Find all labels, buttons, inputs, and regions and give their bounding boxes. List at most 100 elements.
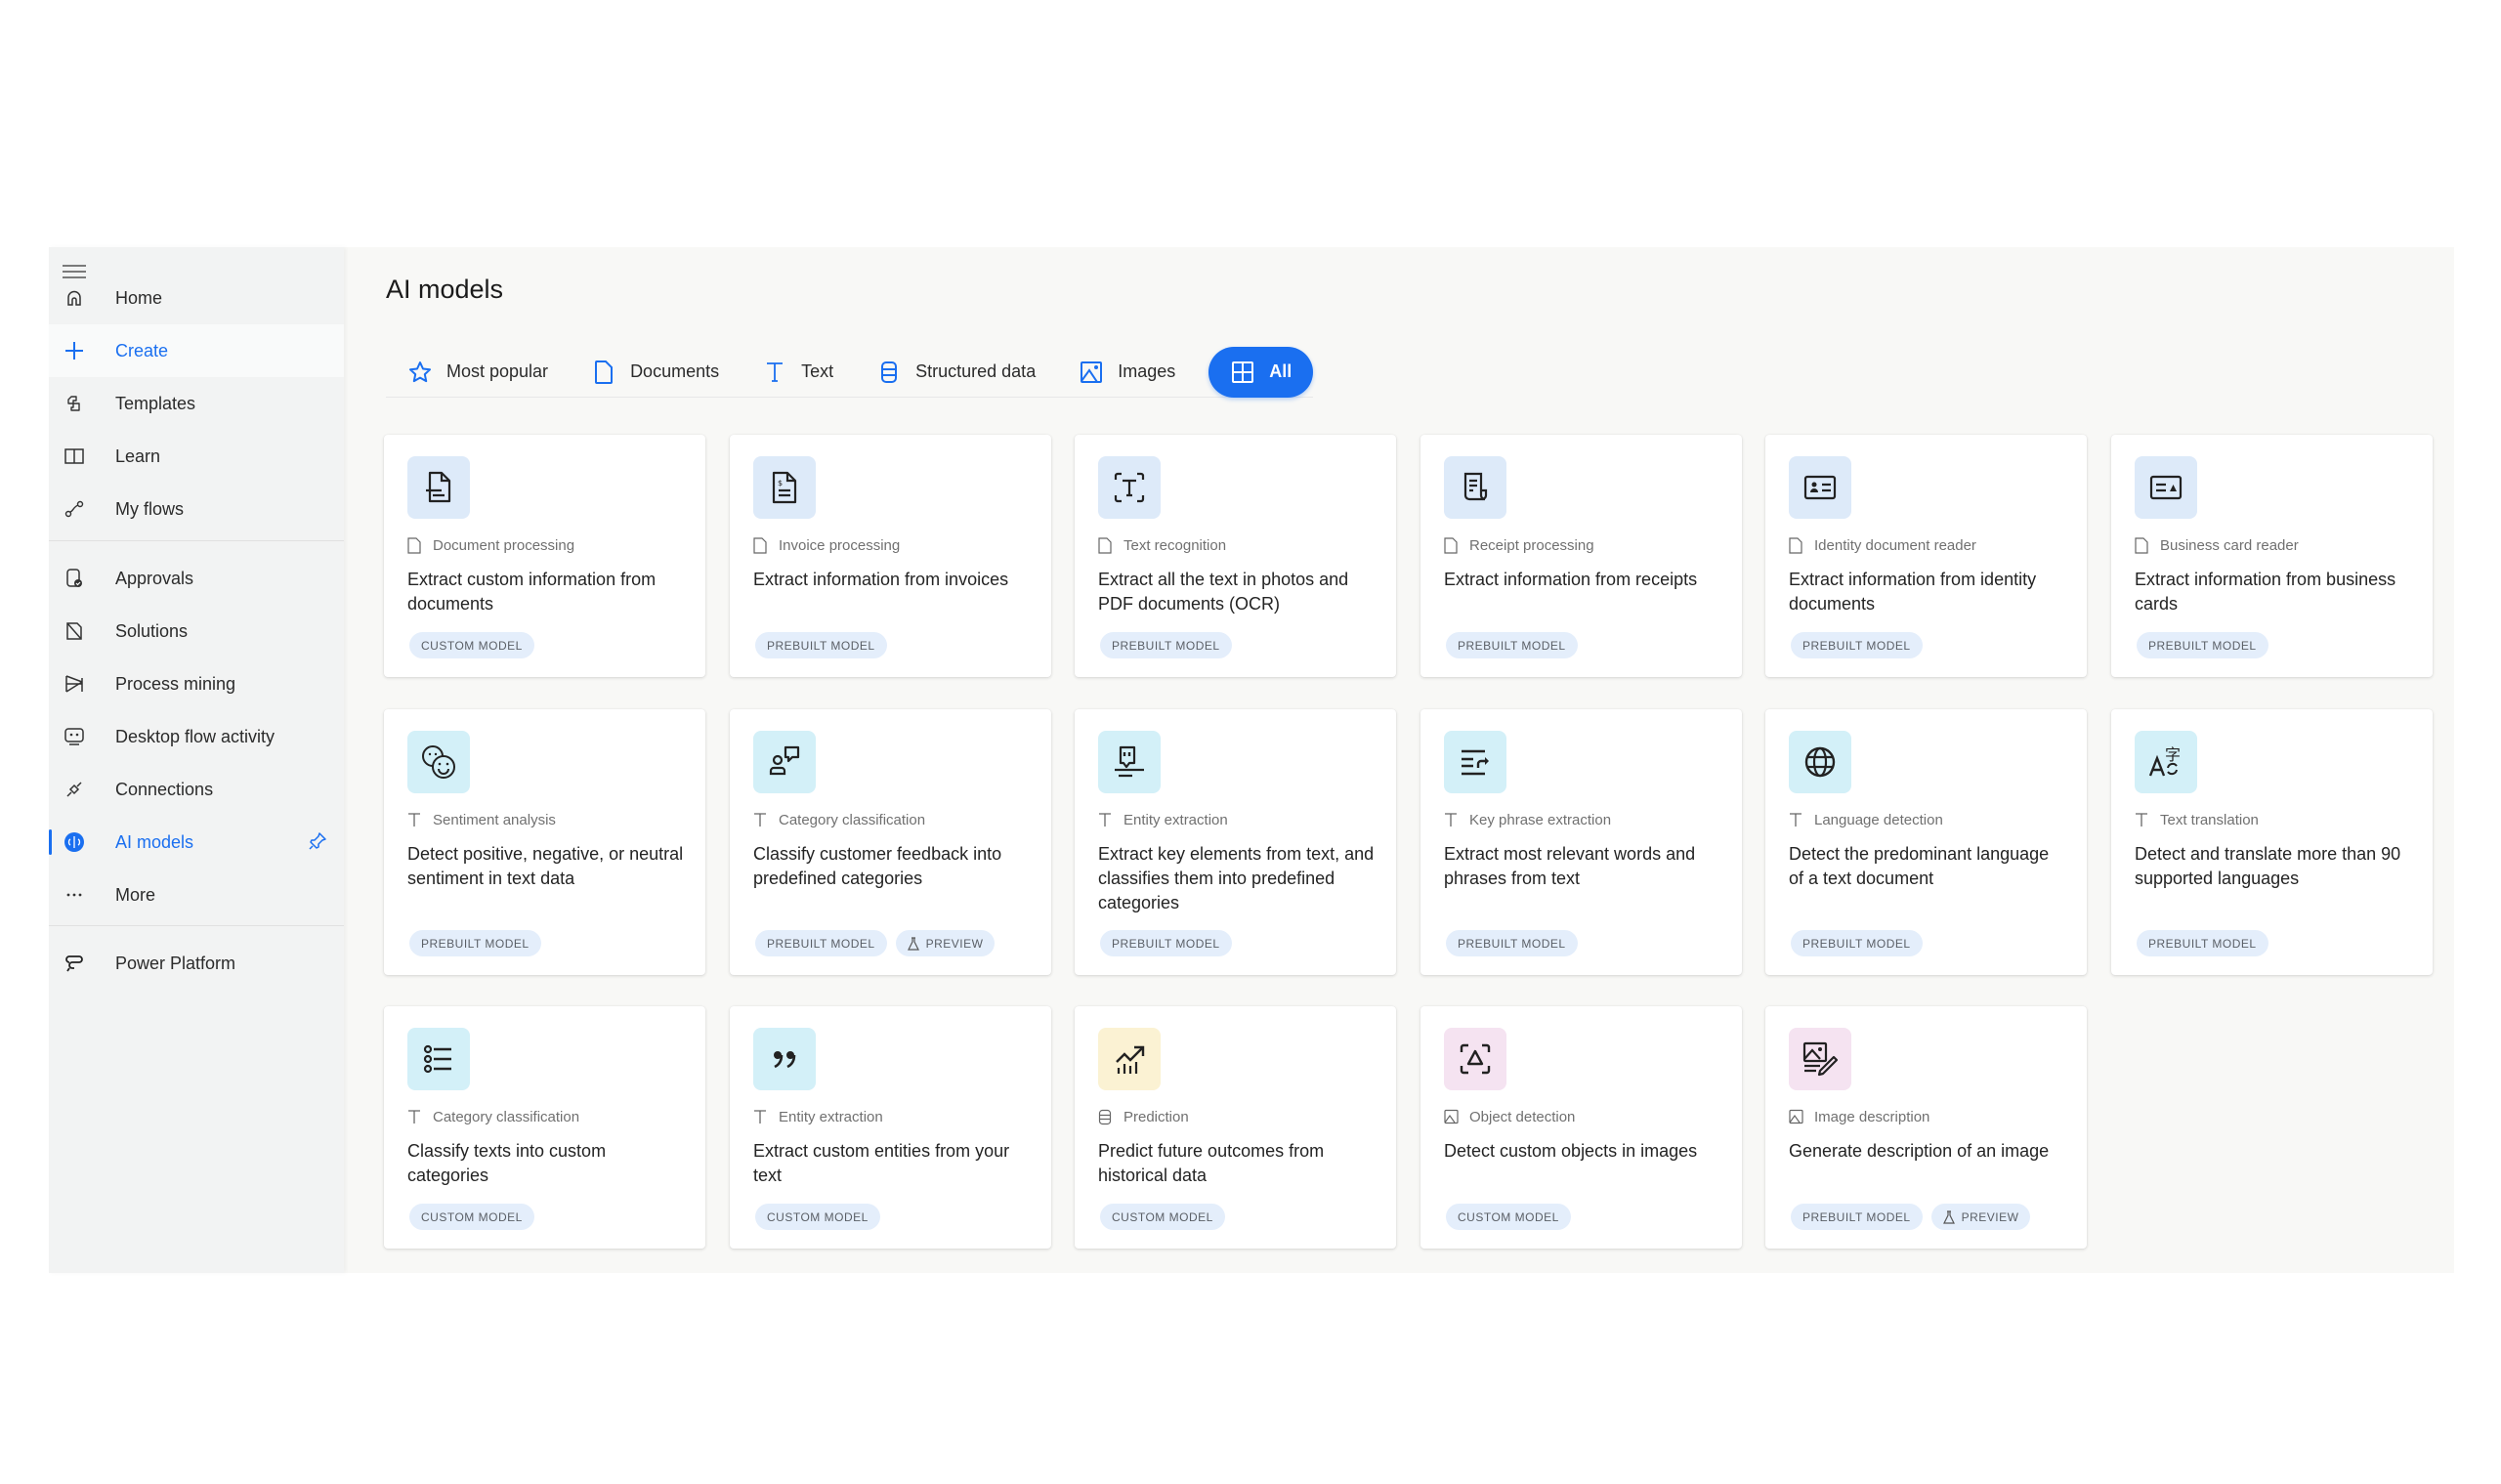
model-card[interactable]: Object detection Detect custom objects i…	[1420, 1006, 1742, 1249]
model-card[interactable]: Image description Generate description o…	[1765, 1006, 2087, 1249]
sidebar-item-label: Home	[115, 287, 163, 308]
person-feedback-icon	[753, 731, 816, 793]
ellipsis-icon	[63, 883, 86, 907]
model-card[interactable]: Category classification Classify texts i…	[384, 1006, 705, 1249]
tab-structured-data[interactable]: Structured data	[855, 347, 1057, 398]
model-card[interactable]: $ Invoice processing Extract information…	[730, 435, 1051, 677]
model-card[interactable]: Prediction Predict future outcomes from …	[1075, 1006, 1396, 1249]
model-category: Invoice processing	[779, 536, 901, 554]
database-icon	[1098, 1108, 1114, 1125]
flask-icon	[1942, 1209, 1955, 1224]
model-type-badge: PREBUILT MODEL	[755, 632, 887, 658]
model-card[interactable]: Text recognition Extract all the text in…	[1075, 435, 1396, 677]
model-card[interactable]: Receipt processing Extract information f…	[1420, 435, 1742, 677]
sidebar-item-approvals[interactable]: Approvals	[49, 552, 344, 605]
model-card[interactable]: Entity extraction Extract key elements f…	[1075, 709, 1396, 975]
model-category: Receipt processing	[1469, 536, 1594, 554]
invoice-icon: $	[753, 456, 816, 519]
app-window: Home Create Templates Learn My flows App…	[49, 247, 2454, 1273]
approvals-icon	[63, 567, 86, 590]
grid-icon	[1230, 360, 1255, 385]
model-category: Category classification	[779, 811, 926, 828]
list-icon	[407, 1028, 470, 1090]
pin-icon[interactable]	[307, 830, 330, 854]
database-icon	[876, 360, 902, 385]
star-icon	[407, 360, 433, 385]
model-description: Classify customer feedback into predefin…	[753, 844, 1002, 888]
sidebar-item-desktop-flow-activity[interactable]: Desktop flow activity	[49, 710, 344, 763]
text-icon	[1789, 811, 1804, 828]
model-card[interactable]: Language detection Detect the predominan…	[1765, 709, 2087, 975]
object-detect-icon	[1444, 1028, 1506, 1090]
tab-images[interactable]: Images	[1057, 347, 1197, 398]
power-platform-icon	[63, 952, 86, 975]
model-type-badge: PREBUILT MODEL	[1100, 930, 1232, 956]
model-description: Detect and translate more than 90 suppor…	[2135, 844, 2401, 888]
model-description: Extract key elements from text, and clas…	[1098, 844, 1375, 912]
tab-text[interactable]: Text	[741, 347, 855, 398]
model-card[interactable]: Category classification Classify custome…	[730, 709, 1051, 975]
model-type-badge: PREBUILT MODEL	[1791, 930, 1923, 956]
model-card[interactable]: Identity document reader Extract informa…	[1765, 435, 2087, 677]
sidebar-item-solutions[interactable]: Solutions	[49, 605, 344, 657]
plus-icon	[63, 339, 86, 362]
model-type-badge: CUSTOM MODEL	[1100, 1204, 1225, 1230]
tab-documents[interactable]: Documents	[570, 347, 741, 398]
text-icon	[753, 811, 769, 828]
model-card[interactable]: Sentiment analysis Detect positive, nega…	[384, 709, 705, 975]
model-category: Image description	[1814, 1108, 1930, 1125]
model-card[interactable]: Key phrase extraction Extract most relev…	[1420, 709, 1742, 975]
sidebar-item-label: AI models	[115, 831, 194, 852]
model-type-badge: PREBUILT MODEL	[755, 930, 887, 956]
connections-icon	[63, 778, 86, 801]
text-icon	[2135, 811, 2150, 828]
sidebar-item-label: More	[115, 884, 156, 905]
model-description: Extract all the text in photos and PDF d…	[1098, 570, 1349, 614]
sidebar-item-create[interactable]: Create	[49, 324, 344, 377]
model-card[interactable]: Business card reader Extract information…	[2111, 435, 2433, 677]
model-description: Generate description of an image	[1789, 1141, 2050, 1161]
sidebar-item-more[interactable]: More	[49, 869, 344, 921]
model-type-badge: CUSTOM MODEL	[755, 1204, 880, 1230]
model-description: Extract information from invoices	[753, 570, 1009, 589]
preview-badge: PREVIEW	[1930, 1204, 2031, 1230]
sidebar-item-label: Desktop flow activity	[115, 726, 276, 746]
text-icon	[407, 1108, 423, 1125]
model-card[interactable]: Document processing Extract custom infor…	[384, 435, 705, 677]
model-type-badge: CUSTOM MODEL	[409, 632, 534, 658]
text-scan-icon	[1098, 456, 1161, 519]
model-type-badge: PREBUILT MODEL	[1791, 1204, 1923, 1230]
preview-badge: PREVIEW	[895, 930, 996, 956]
model-type-badge: CUSTOM MODEL	[1446, 1204, 1571, 1230]
sidebar-item-power-platform[interactable]: Power Platform	[49, 937, 344, 990]
entity-quote-icon	[1098, 731, 1161, 793]
flask-icon	[907, 936, 919, 951]
tab-label: Images	[1118, 361, 1176, 381]
model-description: Detect positive, negative, or neutral se…	[407, 844, 684, 888]
model-type-badge: PREBUILT MODEL	[1100, 632, 1232, 658]
model-card[interactable]: 字 Text translation Detect and translate …	[2111, 709, 2433, 975]
model-category: Key phrase extraction	[1469, 811, 1612, 828]
model-type-badge: PREBUILT MODEL	[1446, 930, 1578, 956]
sidebar-item-label: Power Platform	[115, 953, 236, 973]
sidebar-item-process-mining[interactable]: Process mining	[49, 657, 344, 710]
sidebar-item-my-flows[interactable]: My flows	[49, 483, 344, 535]
sidebar-item-ai-models[interactable]: AI models	[49, 816, 344, 869]
sidebar-item-learn[interactable]: Learn	[49, 430, 344, 483]
document-icon	[1444, 536, 1460, 554]
trend-chart-icon	[1098, 1028, 1161, 1090]
tab-most-popular[interactable]: Most popular	[386, 347, 570, 398]
model-type-badge: PREBUILT MODEL	[2137, 930, 2268, 956]
text-icon	[407, 811, 423, 828]
sidebar-item-home[interactable]: Home	[49, 272, 344, 324]
document-icon	[1789, 536, 1804, 554]
tab-all[interactable]: All	[1208, 346, 1314, 398]
sidebar-item-templates[interactable]: Templates	[49, 377, 344, 430]
sidebar-item-label: Approvals	[115, 568, 194, 588]
model-card[interactable]: Entity extraction Extract custom entitie…	[730, 1006, 1051, 1249]
model-category: Identity document reader	[1814, 536, 1976, 554]
sidebar-item-connections[interactable]: Connections	[49, 763, 344, 816]
process-mining-icon	[63, 672, 86, 696]
sidebar-item-label: My flows	[115, 498, 185, 519]
document-icon	[2135, 536, 2150, 554]
